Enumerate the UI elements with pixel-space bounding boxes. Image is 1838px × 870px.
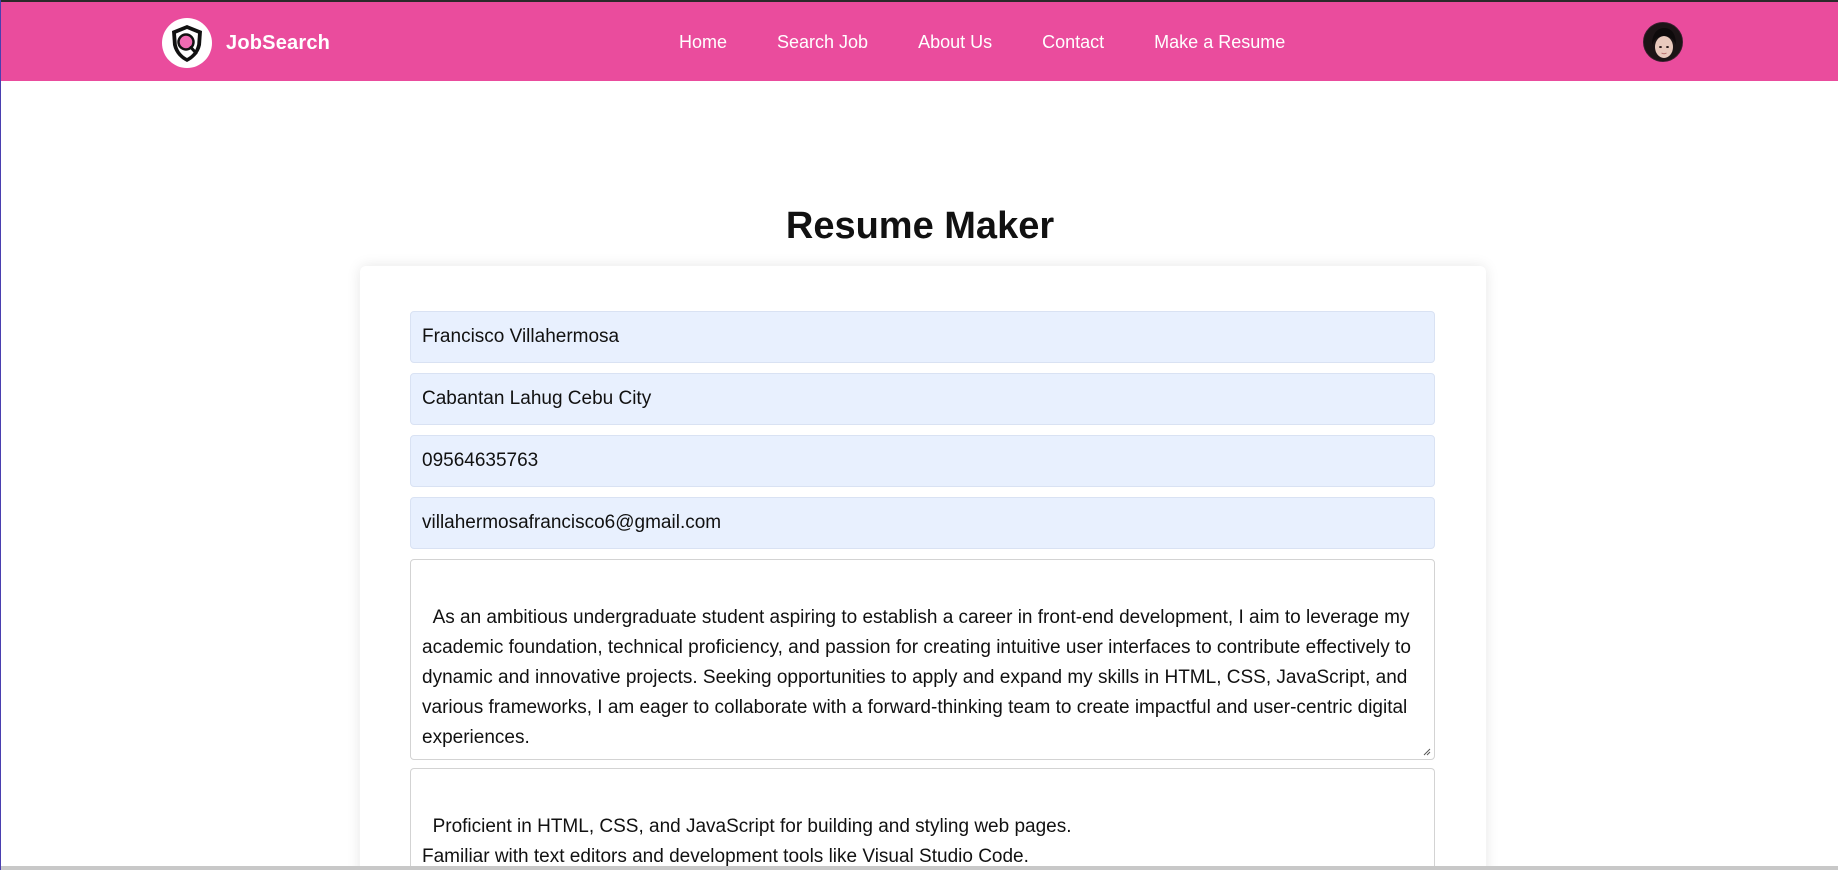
nav-search-job[interactable]: Search Job <box>777 32 868 53</box>
brand-logo-link[interactable]: JobSearch <box>162 18 330 68</box>
main-nav: Home Search Job About Us Contact Make a … <box>679 2 1285 83</box>
brand-name: JobSearch <box>226 31 331 54</box>
skills-textarea[interactable]: Proficient in HTML, CSS, and JavaScript … <box>410 768 1435 870</box>
page-title: Resume Maker <box>785 205 1055 247</box>
skills-text: Proficient in HTML, CSS, and JavaScript … <box>422 816 1072 867</box>
top-navbar: JobSearch Home Search Job About Us Conta… <box>1 0 1838 81</box>
address-field[interactable] <box>410 373 1435 425</box>
nav-home[interactable]: Home <box>679 32 727 53</box>
nav-about-us[interactable]: About Us <box>918 32 992 53</box>
objective-textarea[interactable]: As an ambitious undergraduate student as… <box>410 559 1435 760</box>
phone-field[interactable] <box>410 435 1435 487</box>
name-field[interactable] <box>410 311 1435 363</box>
nav-make-a-resume[interactable]: Make a Resume <box>1154 32 1285 53</box>
email-field[interactable] <box>410 497 1435 549</box>
resize-handle-icon[interactable] <box>1423 748 1431 756</box>
objective-text: As an ambitious undergraduate student as… <box>422 607 1417 748</box>
taskbar-edge <box>1 866 1838 870</box>
user-avatar[interactable] <box>1643 22 1683 62</box>
shield-search-icon <box>162 18 212 68</box>
nav-contact[interactable]: Contact <box>1042 32 1104 53</box>
